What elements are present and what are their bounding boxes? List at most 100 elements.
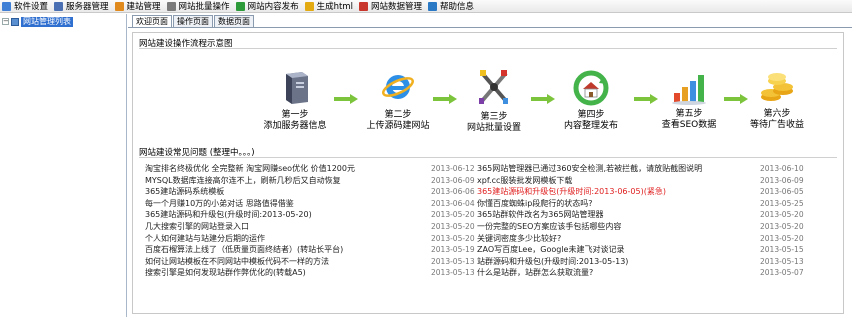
- collapse-toggle[interactable]: −: [2, 18, 9, 25]
- news-item[interactable]: 淘宝排名终极优化 全完整新 淘宝网赚seo优化 价值1200元 2013-06-1…: [145, 163, 481, 175]
- news-title-link[interactable]: 个人如何建站与站建分后期的运作: [145, 233, 265, 245]
- menu-software-settings[interactable]: 软件设置: [0, 0, 52, 13]
- news-title-link[interactable]: xpf.cc服装批发网模板下载: [477, 175, 572, 187]
- news-item[interactable]: 365建站源码和升级包(升级时间:2013-05-20) 2013-05-20: [145, 209, 481, 221]
- news-item[interactable]: 你懂百度蜘蛛ip段爬行的状态吗? 2013-05-25: [477, 198, 841, 210]
- folder-icon: [11, 17, 19, 26]
- news-title-link[interactable]: ZAO写百度Lee，Google未建飞对谈记录: [477, 244, 624, 256]
- news-title-link[interactable]: 每一个月赚10万的小弟对话 思路值得借鉴: [145, 198, 294, 210]
- menubar: 软件设置 服务器管理 建站管理 网站批量操作 网站内容发布 生成html 网站数…: [0, 0, 852, 13]
- news-title-link[interactable]: 搜索引擎是如何发现站群作弊优化的(转载A5): [145, 267, 306, 279]
- news-date: 2013-05-20: [760, 210, 804, 220]
- news-date: 2013-05-07: [760, 268, 804, 278]
- news-item[interactable]: 365建站源码系统模板 2013-06-06: [145, 186, 481, 198]
- menu-generate-html[interactable]: 生成html: [303, 0, 357, 13]
- tree-item-site-list[interactable]: − 网站管理列表: [2, 16, 73, 27]
- news-title-link[interactable]: 关键词密度多少比较好?: [477, 233, 561, 245]
- news-title-link[interactable]: 如何让网站模板在不同网站中模板代码不一样的方法: [145, 256, 329, 268]
- step-label: 上传源码建网站: [366, 121, 430, 131]
- news-item[interactable]: 一份完整的SEO方案应该手包括哪些内容 2013-05-20: [477, 221, 841, 233]
- step-3: 第三步 网站批量设置: [451, 68, 537, 134]
- menu-help[interactable]: 帮助信息: [426, 0, 478, 13]
- tab-operation[interactable]: 操作页面: [173, 15, 213, 27]
- news-title-link[interactable]: 百度石榴算法上线了（低质量页面终结者）(转站长平台): [145, 244, 343, 256]
- news-item[interactable]: 几大搜索引擎的网站登录入口 2013-05-20: [145, 221, 481, 233]
- news-title-link[interactable]: 什么是站群，站群怎么获取流量?: [477, 267, 593, 279]
- news-date: 2013-05-15: [760, 245, 804, 255]
- news-item[interactable]: 如何让网站模板在不同网站中模板代码不一样的方法 2013-05-13: [145, 256, 481, 268]
- step-number: 第四步: [577, 110, 605, 120]
- news-item[interactable]: 个人如何建站与站建分后期的运作 2013-05-20: [145, 233, 481, 245]
- lightning-icon: [304, 1, 314, 11]
- data-icon: [358, 1, 368, 11]
- news-title-link[interactable]: 365建站源码系统模板: [145, 186, 224, 198]
- news-date: 2013-05-19: [431, 245, 475, 255]
- news-title-link[interactable]: 你懂百度蜘蛛ip段爬行的状态吗?: [477, 198, 593, 210]
- news-date: 2013-06-06: [431, 187, 475, 197]
- content-area: 欢迎页面 操作页面 数据页面 网站建设操作流程示意图 第一步 添加服务器信息 第…: [128, 14, 852, 317]
- news-title-link[interactable]: 淘宝排名终极优化 全完整新 淘宝网赚seo优化 价值1200元: [145, 163, 355, 175]
- step-label: 查看SEO数据: [661, 120, 717, 130]
- news-item[interactable]: 关键词密度多少比较好? 2013-05-20: [477, 233, 841, 245]
- step-label: 添加服务器信息: [263, 121, 327, 131]
- menu-content-publish[interactable]: 网站内容发布: [234, 0, 303, 13]
- news-date: 2013-05-20: [431, 221, 475, 231]
- menu-label: 服务器管理: [66, 2, 109, 12]
- ie-icon: [382, 75, 414, 99]
- news-date: 2013-05-13: [431, 268, 475, 278]
- menu-site-building[interactable]: 建站管理: [113, 0, 165, 13]
- menu-server-management[interactable]: 服务器管理: [52, 0, 113, 13]
- news-date: 2013-05-20: [431, 233, 475, 243]
- news-title-link[interactable]: 一份完整的SEO方案应该手包括哪些内容: [477, 221, 621, 233]
- news-item[interactable]: 365站群软件改名为365网站管理器 2013-05-20: [477, 209, 841, 221]
- news-date: 2013-05-20: [431, 210, 475, 220]
- news-title-link[interactable]: MYSQL数据库连接高尔连不上，刷新几秒后又自动恢复: [145, 175, 341, 187]
- help-icon: [427, 1, 437, 11]
- step-6: 第六步 等待广告收益: [737, 69, 817, 131]
- tab-data[interactable]: 数据页面: [214, 15, 254, 27]
- divider: [139, 48, 837, 49]
- news-item[interactable]: xpf.cc服装批发网模板下载 2013-06-09: [477, 175, 841, 187]
- menu-label: 生成html: [316, 2, 353, 12]
- menu-label: 软件设置: [14, 2, 49, 12]
- news-title-link[interactable]: 几大搜索引擎的网站登录入口: [145, 221, 249, 233]
- news-item[interactable]: MYSQL数据库连接高尔连不上，刷新几秒后又自动恢复 2013-06-09: [145, 175, 481, 187]
- news-item[interactable]: ZAO写百度Lee，Google未建飞对谈记录 2013-05-15: [477, 244, 841, 256]
- sidebar: − 网站管理列表: [0, 14, 127, 317]
- news-item[interactable]: 365网站管理器已通过360安全检测,若被拦截，请放贴截图说明 2013-06-1…: [477, 163, 841, 175]
- menu-label: 建站管理: [126, 2, 161, 12]
- news-title-link[interactable]: 365建站源码和升级包(升级时间:2013-06-05)(紧急): [477, 186, 666, 198]
- news-item[interactable]: 站群源码和升级包(升级时间:2013-05-13) 2013-05-13: [477, 256, 841, 268]
- menu-data-management[interactable]: 网站数据管理: [357, 0, 426, 13]
- tab-divider: [128, 27, 852, 28]
- news-item[interactable]: 365建站源码和升级包(升级时间:2013-06-05)(紧急) 2013-06-…: [477, 186, 841, 198]
- news-date: 2013-06-12: [431, 164, 475, 173]
- tree-label: 网站管理列表: [21, 16, 73, 27]
- menu-batch-operations[interactable]: 网站批量操作: [165, 0, 234, 13]
- server-icon: [54, 1, 64, 11]
- step-label: 内容整理发布: [563, 121, 618, 131]
- news-title-link[interactable]: 365建站源码和升级包(升级时间:2013-05-20): [145, 209, 312, 221]
- step-number: 第一步: [281, 110, 309, 120]
- build-icon: [114, 1, 124, 11]
- news-title-link[interactable]: 365网站管理器已通过360安全检测,若被拦截，请放贴截图说明: [477, 163, 702, 175]
- menu-label: 网站数据管理: [370, 2, 422, 12]
- step-1: 第一步 添加服务器信息: [250, 70, 340, 132]
- news-title-link[interactable]: 365站群软件改名为365网站管理器: [477, 209, 604, 221]
- news-item[interactable]: 搜索引擎是如何发现站群作弊优化的(转载A5) 2013-05-13: [145, 267, 481, 279]
- step-number: 第五步: [675, 109, 703, 119]
- step-label: 网站批量设置: [466, 123, 521, 133]
- publish-arrow-icon: [235, 1, 245, 11]
- news-list-right: 365网站管理器已通过360安全检测,若被拦截，请放贴截图说明 2013-06-1…: [477, 163, 841, 279]
- news-title-link[interactable]: 站群源码和升级包(升级时间:2013-05-13): [477, 256, 628, 268]
- news-date: 2013-05-13: [760, 256, 804, 266]
- news-item[interactable]: 百度石榴算法上线了（低质量页面终结者）(转站长平台) 2013-05-19: [145, 244, 481, 256]
- server-icon: [286, 72, 308, 104]
- news-date: 2013-06-10: [760, 164, 804, 173]
- step-5: 第五步 查看SEO数据: [644, 71, 734, 131]
- step-4: 第四步 内容整理发布: [543, 70, 639, 132]
- news-item[interactable]: 什么是站群，站群怎么获取流量? 2013-05-07: [477, 267, 841, 279]
- step-number: 第三步: [480, 112, 508, 122]
- news-item[interactable]: 每一个月赚10万的小弟对话 思路值得借鉴 2013-06-04: [145, 198, 481, 210]
- news-date: 2013-06-04: [431, 198, 475, 208]
